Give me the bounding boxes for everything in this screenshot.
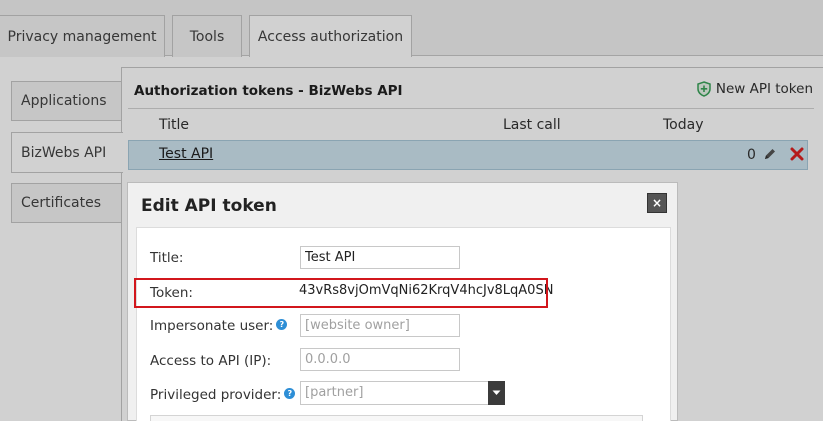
privileged-provider-label-text: Privileged provider: [150, 387, 282, 403]
impersonate-user-label: Impersonate user:? [150, 318, 288, 334]
access-ip-input[interactable] [300, 348, 460, 371]
close-icon: × [651, 196, 663, 210]
title-input[interactable] [300, 246, 460, 269]
impersonate-user-label-text: Impersonate user: [150, 318, 274, 334]
dialog-title: Edit API token [141, 196, 277, 216]
access-ip-label: Access to API (IP): [150, 353, 272, 369]
token-highlight-box [134, 278, 548, 308]
privileged-provider-select[interactable]: [partner] [300, 381, 505, 405]
help-icon[interactable]: ? [276, 319, 288, 330]
title-label: Title: [150, 250, 184, 266]
impersonate-user-input[interactable] [300, 314, 460, 337]
close-button[interactable]: × [647, 193, 667, 213]
dialog-form: Title: Token: 43vRs8vjOmVqNi62KrqV4hcJv8… [136, 227, 671, 421]
chevron-down-icon[interactable] [488, 381, 505, 405]
privileged-provider-value: [partner] [305, 385, 364, 400]
privileged-provider-label: Privileged provider:? [150, 387, 296, 403]
help-icon[interactable]: ? [284, 388, 296, 399]
additional-field-partial [150, 415, 643, 421]
